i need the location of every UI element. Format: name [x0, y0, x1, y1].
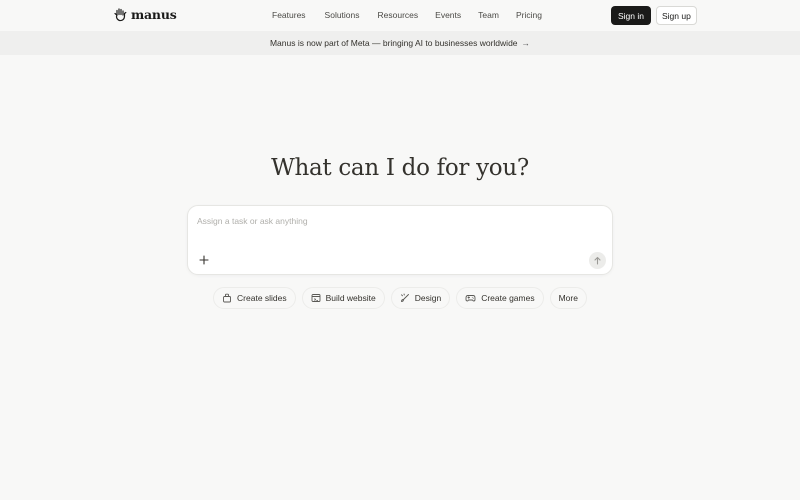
- arrow-up-icon: [594, 256, 601, 265]
- nav-link-features[interactable]: Features: [272, 10, 306, 20]
- brand-logo[interactable]: manus: [114, 7, 177, 22]
- slides-icon: [222, 293, 232, 303]
- arrow-right-icon: →: [521, 38, 531, 48]
- brand-name: manus: [131, 7, 177, 22]
- chip-label: More: [558, 293, 578, 303]
- nav-link-pricing[interactable]: Pricing: [516, 10, 542, 20]
- page-title: What can I do for you?: [271, 155, 529, 181]
- quick-actions: Create slides Build website Design Creat…: [0, 287, 800, 309]
- chip-label: Design: [414, 293, 442, 303]
- chip-create-games[interactable]: Create games: [456, 287, 544, 309]
- chip-build-website[interactable]: Build website: [301, 287, 385, 309]
- manus-hand-icon: [114, 7, 127, 22]
- gamepad-icon: [465, 293, 476, 303]
- chip-more[interactable]: More: [549, 287, 587, 309]
- announcement-banner[interactable]: Manus is now part of Meta — bringing AI …: [0, 31, 800, 55]
- sign-in-button[interactable]: Sign in: [611, 6, 651, 25]
- website-icon: [311, 293, 321, 303]
- nav-link-solutions[interactable]: Solutions: [325, 10, 360, 20]
- chip-design[interactable]: Design: [390, 287, 451, 309]
- banner-text: Manus is now part of Meta — bringing AI …: [269, 38, 518, 48]
- nav-link-resources[interactable]: Resources: [378, 10, 419, 20]
- top-navigation: manus Features Solutions Resources Event…: [0, 0, 800, 31]
- design-icon: [400, 293, 410, 303]
- nav-link-events[interactable]: Events: [435, 10, 461, 20]
- chip-label: Create slides: [237, 293, 287, 303]
- chip-label: Create games: [481, 293, 535, 303]
- chip-label: Build website: [325, 293, 376, 303]
- nav-links: Features Solutions Resources Events Team…: [272, 10, 542, 20]
- plus-icon[interactable]: [197, 253, 211, 267]
- nav-link-team[interactable]: Team: [478, 10, 499, 20]
- sign-up-button[interactable]: Sign up: [656, 6, 697, 25]
- task-input[interactable]: [197, 214, 597, 228]
- task-composer: [187, 205, 613, 275]
- auth-buttons: Sign in Sign up: [611, 6, 697, 25]
- chip-create-slides[interactable]: Create slides: [213, 287, 296, 309]
- send-button[interactable]: [589, 252, 606, 269]
